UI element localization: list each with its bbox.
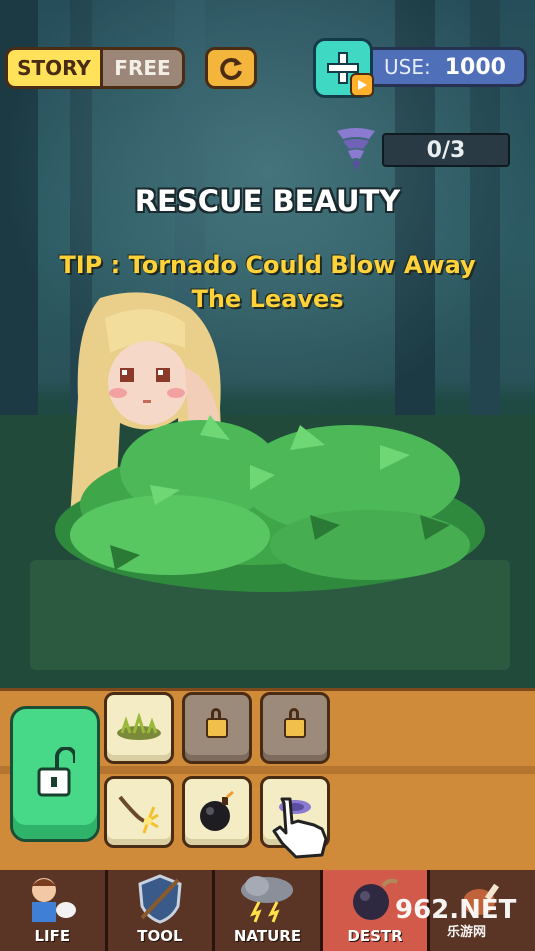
counter-value: 0/3 <box>426 137 466 163</box>
bomb-icon <box>200 790 234 831</box>
tornado-counter: 0/3 <box>382 133 510 167</box>
tool-firecracker[interactable] <box>104 776 174 848</box>
tool-bomb[interactable] <box>182 776 252 848</box>
leaf-bush[interactable] <box>50 395 490 595</box>
level-title: RESCUE BEAUTY <box>134 184 401 218</box>
game-scene[interactable] <box>0 0 535 690</box>
tool-tar-locked[interactable] <box>260 692 330 764</box>
free-mode-label: FREE <box>114 56 171 80</box>
padlock-icon <box>206 708 228 738</box>
boy-icon <box>32 878 77 922</box>
play-icon <box>358 80 367 90</box>
tab-nature-label: NATURE <box>233 927 302 945</box>
use-value: 1000 <box>444 54 506 80</box>
storm-cloud-icon <box>241 876 294 923</box>
story-mode-label: STORY <box>17 56 91 80</box>
restart-button[interactable] <box>205 47 257 89</box>
grass-tool-icon <box>117 713 161 740</box>
tool-grass[interactable] <box>104 692 174 764</box>
shield-icon <box>138 874 182 924</box>
watermark-subtext: 乐游网 <box>447 925 487 940</box>
tab-nature[interactable]: NATURE <box>215 870 323 951</box>
use-label: USE: <box>384 55 431 79</box>
unlock-button[interactable] <box>10 706 100 842</box>
level-tip: TIP : Tornado Could Blow Away The Leaves <box>59 251 476 313</box>
firecracker-icon <box>118 795 159 834</box>
tool-dirt-locked[interactable] <box>182 692 252 764</box>
padlock-icon <box>284 708 306 738</box>
use-balance-bar: USE: 1000 <box>355 47 527 87</box>
watermark: 962.NET 乐游网 <box>395 895 535 951</box>
tornado-icon <box>337 128 375 171</box>
story-mode-tab[interactable]: STORY <box>5 47 103 89</box>
free-mode-tab[interactable]: FREE <box>103 47 185 89</box>
tab-tool-label: TOOL <box>137 927 183 945</box>
tab-tool[interactable]: TOOL <box>107 870 216 951</box>
tutorial-hand-pointer <box>272 797 328 859</box>
video-ad-badge[interactable] <box>350 73 374 97</box>
tab-life[interactable]: LIFE <box>0 870 108 951</box>
restart-icon <box>220 57 242 80</box>
tab-life-label: LIFE <box>34 927 71 945</box>
open-padlock-icon <box>37 747 75 797</box>
